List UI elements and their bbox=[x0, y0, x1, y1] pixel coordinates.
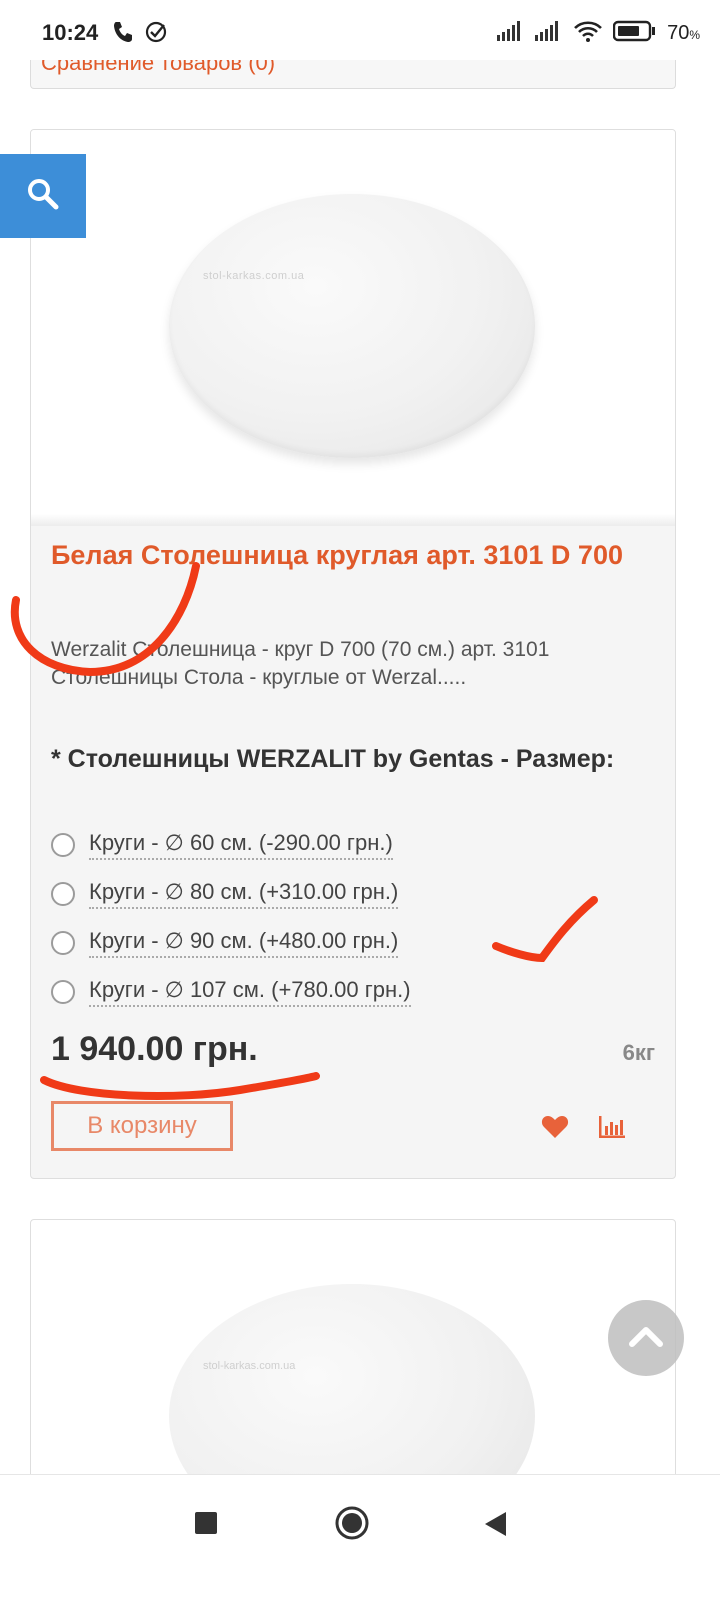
size-options: Круги - ∅ 60 см. (-290.00 грн.) Круги - … bbox=[51, 820, 651, 1016]
product-card: stol-karkas.com.ua bbox=[30, 1219, 676, 1481]
search-button[interactable] bbox=[0, 154, 86, 238]
size-option[interactable]: Круги - ∅ 80 см. (+310.00 грн.) bbox=[51, 869, 651, 918]
search-icon bbox=[26, 177, 60, 216]
radio-button[interactable] bbox=[51, 979, 75, 1004]
product-title[interactable]: Белая Столешница круглая арт. 3101 D 700 bbox=[51, 536, 651, 574]
product-price: 1 940.00 грн. bbox=[51, 1030, 258, 1068]
square-icon[interactable] bbox=[194, 1511, 218, 1540]
radio-button[interactable] bbox=[51, 930, 75, 955]
scroll-to-top-button[interactable] bbox=[608, 1300, 684, 1376]
check-circle-icon bbox=[144, 20, 168, 49]
radio-button[interactable] bbox=[51, 832, 75, 857]
product-weight: 6кг bbox=[622, 1040, 655, 1065]
battery-percent: 70% bbox=[667, 22, 700, 44]
status-time: 10:24 bbox=[42, 20, 99, 45]
radio-button[interactable] bbox=[51, 881, 75, 906]
product-card: stol-karkas.com.ua Белая Столешница круг… bbox=[30, 129, 676, 1179]
circle-icon[interactable] bbox=[334, 1505, 370, 1546]
watermark: stol-karkas.com.ua bbox=[203, 270, 305, 282]
option-label[interactable]: Круги - ∅ 60 см. (-290.00 грн.) bbox=[89, 830, 393, 860]
signal-icon bbox=[535, 21, 563, 46]
battery-icon bbox=[612, 20, 657, 47]
option-heading: * Столешницы WERZALIT by Gentas - Размер… bbox=[51, 745, 615, 773]
system-nav-bar bbox=[0, 1474, 720, 1601]
product-image[interactable]: stol-karkas.com.ua bbox=[31, 130, 675, 524]
phone-icon bbox=[112, 20, 134, 49]
size-option[interactable]: Круги - ∅ 107 см. (+780.00 грн.) bbox=[51, 967, 651, 1016]
wifi-icon bbox=[573, 20, 603, 47]
option-label[interactable]: Круги - ∅ 80 см. (+310.00 грн.) bbox=[89, 879, 399, 909]
size-option[interactable]: Круги - ∅ 60 см. (-290.00 грн.) bbox=[51, 820, 651, 869]
option-label[interactable]: Круги - ∅ 90 см. (+480.00 грн.) bbox=[89, 928, 399, 958]
chevron-up-icon bbox=[628, 1324, 664, 1353]
signal-icon bbox=[497, 21, 525, 46]
tabletop-image[interactable] bbox=[169, 1284, 535, 1480]
tabletop-image bbox=[169, 194, 535, 458]
option-label[interactable]: Круги - ∅ 107 см. (+780.00 грн.) bbox=[89, 977, 411, 1007]
product-description: Werzalit Столешница - круг D 700 (70 см.… bbox=[51, 638, 550, 689]
bar-chart-icon[interactable] bbox=[597, 1114, 627, 1145]
triangle-back-icon[interactable] bbox=[484, 1511, 508, 1542]
heart-icon[interactable] bbox=[541, 1114, 569, 1145]
add-to-cart-button[interactable]: В корзину bbox=[51, 1101, 233, 1151]
watermark: stol-karkas.com.ua bbox=[203, 1360, 296, 1372]
status-bar: 10:24 70% bbox=[0, 0, 720, 60]
size-option[interactable]: Круги - ∅ 90 см. (+480.00 грн.) bbox=[51, 918, 651, 967]
